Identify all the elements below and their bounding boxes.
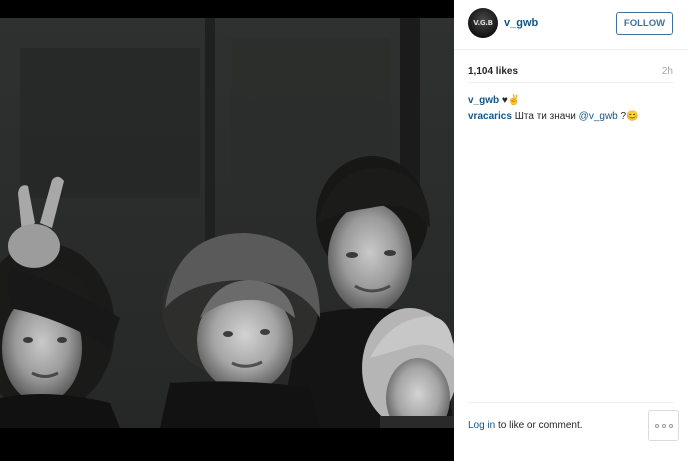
dot (662, 424, 666, 428)
caption: v_gwb ♥︎✌️ (468, 93, 678, 109)
avatar-text: V.G.B (473, 19, 493, 27)
login-prompt: Log in to like or comment. (468, 420, 583, 431)
more-dots-icon (655, 424, 673, 428)
comment-suffix: ?😊 (617, 111, 639, 122)
login-link[interactable]: Log in (468, 420, 495, 431)
author-username[interactable]: v_gwb (504, 17, 538, 29)
post-meta: 1,104 likes 2h (454, 60, 688, 82)
likes-count[interactable]: 1,104 likes (468, 66, 518, 77)
post-header: V.G.B v_gwb FOLLOW (454, 0, 688, 50)
follow-button[interactable]: FOLLOW (616, 12, 673, 35)
author-avatar[interactable]: V.G.B (468, 8, 498, 38)
caption-username[interactable]: v_gwb (468, 95, 499, 106)
post-photo[interactable] (0, 0, 454, 461)
photo-illustration (0, 18, 454, 428)
comment-text: Шта ти значи (514, 111, 579, 122)
caption-text: ♥︎✌️ (501, 95, 521, 106)
login-rest: to like or comment. (495, 420, 583, 431)
more-options-button[interactable] (648, 410, 679, 441)
post-time[interactable]: 2h (662, 66, 673, 77)
comment-username[interactable]: vracarics (468, 111, 512, 122)
comments-list: v_gwb ♥︎✌️ vracarics Шта ти значи @v_gwb… (468, 93, 678, 125)
post-footer: Log in to like or comment. (454, 402, 688, 461)
meta-divider (468, 82, 673, 83)
dot (655, 424, 659, 428)
photo-image (0, 18, 454, 428)
comment-mention[interactable]: @v_gwb (579, 111, 618, 122)
dot (669, 424, 673, 428)
comment-item: vracarics Шта ти значи @v_gwb ?😊 (468, 109, 678, 125)
post-sidebar: V.G.B v_gwb FOLLOW 1,104 likes 2h v_gwb … (454, 0, 688, 461)
